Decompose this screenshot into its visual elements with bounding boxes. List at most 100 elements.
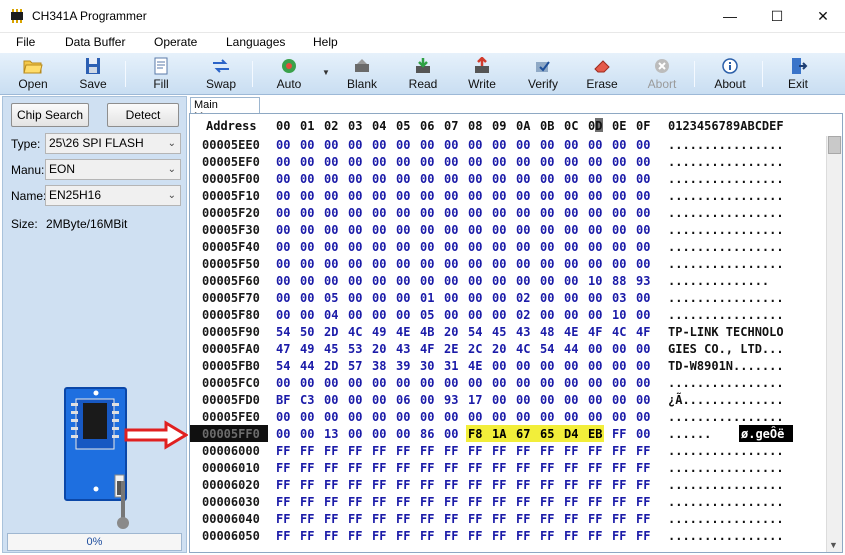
hex-byte[interactable]: 93 (444, 393, 458, 407)
hex-row[interactable]: 00006040 FF FF FF FF FF FF FF FF FF FF FF FF FF FF FF FF… (190, 510, 826, 527)
hex-byte[interactable]: 00 (276, 223, 290, 237)
hex-byte[interactable]: 00 (612, 138, 626, 152)
hex-byte[interactable]: 00 (588, 410, 602, 424)
row-ascii[interactable]: ................ (668, 308, 784, 322)
hex-byte[interactable]: 06 (396, 393, 410, 407)
hex-byte[interactable]: 00 (588, 206, 602, 220)
hex-byte[interactable]: 00 (444, 274, 458, 288)
hex-byte[interactable]: FF (492, 529, 506, 543)
hex-byte[interactable]: 00 (492, 172, 506, 186)
hex-byte[interactable]: FF (516, 444, 530, 458)
hex-row[interactable]: 00005F50 00 00 00 00 00 00 00 00 00 00 00 00 00 00 00 00… (190, 255, 826, 272)
hex-byte[interactable]: 00 (516, 206, 530, 220)
hex-byte[interactable]: 00 (372, 155, 386, 169)
hex-byte[interactable]: 00 (612, 240, 626, 254)
hex-byte[interactable]: 00 (276, 189, 290, 203)
hex-byte[interactable]: 00 (372, 427, 386, 441)
hex-byte[interactable]: 00 (348, 257, 362, 271)
hex-row[interactable]: 00005F20 00 00 00 00 00 00 00 00 00 00 00 00 00 00 00 00… (190, 204, 826, 221)
hex-byte[interactable]: FF (276, 461, 290, 475)
hex-byte[interactable]: 00 (276, 138, 290, 152)
hex-byte[interactable]: 38 (372, 359, 386, 373)
hex-byte[interactable]: 00 (420, 138, 434, 152)
hex-byte[interactable]: 00 (636, 189, 650, 203)
hex-byte[interactable]: 00 (444, 223, 458, 237)
hex-byte[interactable]: FF (636, 444, 650, 458)
hex-byte[interactable]: FF (540, 478, 554, 492)
hex-byte[interactable]: 00 (300, 172, 314, 186)
hex-byte[interactable]: 49 (300, 342, 314, 356)
hex-byte[interactable]: 4C (612, 325, 626, 339)
hex-byte[interactable]: FF (516, 495, 530, 509)
row-ascii[interactable]: ................ (668, 461, 784, 475)
row-ascii[interactable]: ................ (668, 444, 784, 458)
hex-byte[interactable]: 00 (636, 240, 650, 254)
row-ascii[interactable]: ................ (668, 478, 784, 492)
hex-byte[interactable]: FF (300, 495, 314, 509)
hex-byte[interactable]: 00 (300, 257, 314, 271)
fill-button[interactable]: Fill (134, 55, 188, 93)
hex-byte[interactable]: FF (324, 461, 338, 475)
hex-byte[interactable]: 00 (396, 410, 410, 424)
hex-byte[interactable]: 00 (444, 308, 458, 322)
hex-byte[interactable]: 00 (564, 359, 578, 373)
hex-byte[interactable]: 43 (516, 325, 530, 339)
row-ascii[interactable]: ................ (668, 410, 784, 424)
hex-byte[interactable]: 00 (636, 155, 650, 169)
hex-byte[interactable]: FF (276, 495, 290, 509)
hex-byte[interactable]: 44 (300, 359, 314, 373)
hex-byte[interactable]: 00 (588, 138, 602, 152)
hex-byte[interactable]: FF (612, 529, 626, 543)
hex-byte[interactable]: 00 (396, 206, 410, 220)
auto-dropdown-icon[interactable]: ▼ (322, 68, 330, 77)
hex-byte[interactable]: 00 (564, 223, 578, 237)
hex-byte[interactable]: 54 (540, 342, 554, 356)
hex-byte[interactable]: 00 (396, 240, 410, 254)
chip-name-select[interactable]: EN25H16 ⌄ (45, 185, 181, 206)
hex-byte[interactable]: FF (564, 478, 578, 492)
hex-byte[interactable]: 00 (492, 240, 506, 254)
hex-byte[interactable]: 4F (636, 325, 650, 339)
hex-row[interactable]: 00005F40 00 00 00 00 00 00 00 00 00 00 00 00 00 00 00 00… (190, 238, 826, 255)
hex-byte[interactable]: 00 (348, 308, 362, 322)
hex-byte[interactable]: 57 (348, 359, 362, 373)
hex-byte[interactable]: 00 (468, 155, 482, 169)
hex-row[interactable]: 00005FE0 00 00 00 00 00 00 00 00 00 00 00 00 00 00 00 00… (190, 408, 826, 425)
hex-byte[interactable]: 00 (396, 189, 410, 203)
hex-byte[interactable]: 00 (444, 172, 458, 186)
hex-byte[interactable]: FF (300, 444, 314, 458)
hex-byte[interactable]: 03 (612, 291, 626, 305)
hex-byte[interactable]: 00 (276, 291, 290, 305)
hex-byte[interactable]: 2C (468, 342, 482, 356)
hex-byte[interactable]: 00 (372, 240, 386, 254)
hex-byte[interactable]: 00 (516, 376, 530, 390)
hex-byte[interactable]: FF (324, 495, 338, 509)
hex-byte[interactable]: 00 (444, 427, 458, 441)
swap-button[interactable]: Swap (194, 55, 248, 93)
hex-byte[interactable]: 00 (420, 274, 434, 288)
row-ascii[interactable]: ................ (668, 376, 784, 390)
hex-byte[interactable]: 00 (588, 342, 602, 356)
hex-byte[interactable]: FF (540, 529, 554, 543)
hex-row[interactable]: 00005F60 00 00 00 00 00 00 00 00 00 00 00 00 00 10 88 93… (190, 272, 826, 289)
hex-byte[interactable]: 00 (492, 257, 506, 271)
row-ascii[interactable]: TD-W8901N....... (668, 359, 784, 373)
hex-byte[interactable]: 47 (276, 342, 290, 356)
hex-byte[interactable]: 00 (276, 240, 290, 254)
auto-button[interactable]: Auto (262, 55, 316, 93)
hex-byte[interactable]: FF (468, 529, 482, 543)
hex-byte[interactable]: 00 (372, 291, 386, 305)
hex-byte[interactable]: FF (348, 478, 362, 492)
hex-byte[interactable]: 00 (468, 257, 482, 271)
exit-button[interactable]: Exit (771, 55, 825, 93)
hex-byte[interactable]: 00 (300, 376, 314, 390)
minimize-button[interactable]: — (707, 0, 753, 32)
hex-byte[interactable]: 00 (276, 410, 290, 424)
hex-byte[interactable]: 00 (636, 342, 650, 356)
menu-file[interactable]: File (16, 35, 35, 49)
hex-byte[interactable]: FF (396, 495, 410, 509)
hex-byte[interactable]: 00 (468, 240, 482, 254)
hex-byte[interactable]: FF (612, 427, 626, 441)
scroll-down-icon[interactable]: ▼ (829, 540, 838, 550)
hex-byte[interactable]: 00 (300, 274, 314, 288)
